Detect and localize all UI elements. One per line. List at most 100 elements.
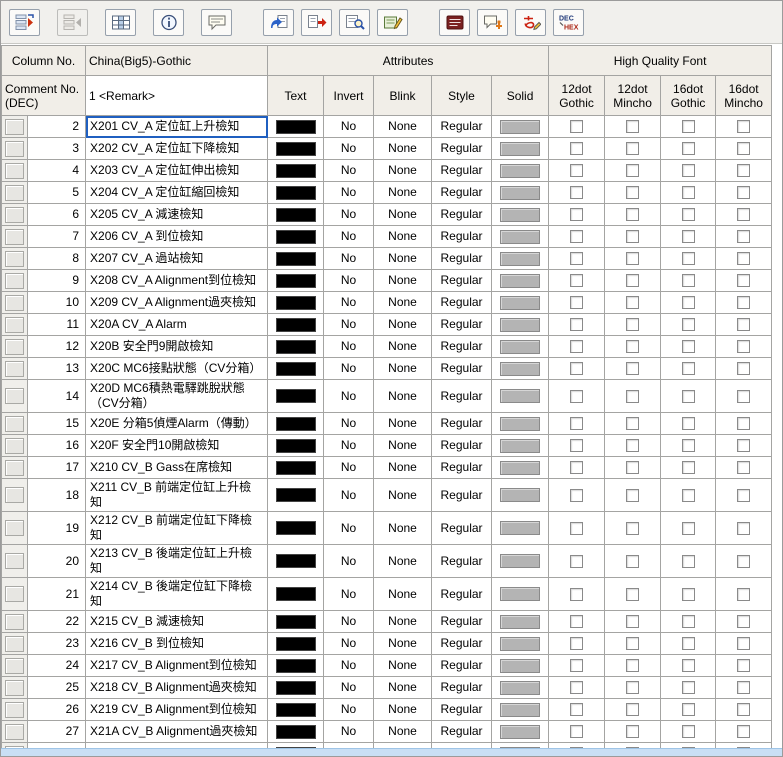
invert-cell[interactable]: No: [324, 160, 374, 182]
row-number[interactable]: 8: [28, 248, 86, 270]
invert-cell[interactable]: No: [324, 578, 374, 611]
invert-cell[interactable]: No: [324, 457, 374, 479]
solid-color-cell[interactable]: [492, 204, 549, 226]
checkbox-16dot-gothic[interactable]: [682, 522, 695, 535]
checkbox-12dot-mincho[interactable]: [626, 489, 639, 502]
checkbox-16dot-mincho[interactable]: [737, 659, 750, 672]
row-selector[interactable]: [2, 545, 28, 578]
checkbox-12dot-mincho[interactable]: [626, 340, 639, 353]
solid-color-cell[interactable]: [492, 226, 549, 248]
checkbox-12dot-mincho[interactable]: [626, 274, 639, 287]
invert-cell[interactable]: No: [324, 314, 374, 336]
checkbox-16dot-mincho[interactable]: [737, 555, 750, 568]
checkbox-12dot-mincho[interactable]: [626, 252, 639, 265]
text-color-cell[interactable]: [268, 655, 324, 677]
checkbox-12dot-gothic[interactable]: [570, 588, 583, 601]
text-color-cell[interactable]: [268, 633, 324, 655]
style-cell[interactable]: Regular: [432, 479, 492, 512]
blink-cell[interactable]: None: [374, 336, 432, 358]
blink-cell[interactable]: None: [374, 457, 432, 479]
solid-color-cell[interactable]: [492, 512, 549, 545]
checkbox-12dot-mincho[interactable]: [626, 588, 639, 601]
checkbox-12dot-mincho[interactable]: [626, 362, 639, 375]
checkbox-16dot-gothic[interactable]: [682, 703, 695, 716]
style-cell[interactable]: Regular: [432, 248, 492, 270]
checkbox-12dot-gothic[interactable]: [570, 252, 583, 265]
solid-color-cell[interactable]: [492, 413, 549, 435]
checkbox-12dot-gothic[interactable]: [570, 340, 583, 353]
invert-cell[interactable]: No: [324, 611, 374, 633]
comment-cell[interactable]: X219 CV_B Alignment到位檢知: [86, 699, 268, 721]
checkbox-16dot-mincho[interactable]: [737, 164, 750, 177]
text-color-cell[interactable]: [268, 435, 324, 457]
comment-cell[interactable]: X215 CV_B 減速檢知: [86, 611, 268, 633]
row-number[interactable]: 4: [28, 160, 86, 182]
row-selector[interactable]: [2, 699, 28, 721]
checkbox-12dot-gothic[interactable]: [570, 186, 583, 199]
row-number[interactable]: 11: [28, 314, 86, 336]
checkbox-16dot-gothic[interactable]: [682, 555, 695, 568]
row-number[interactable]: 26: [28, 699, 86, 721]
row-selector[interactable]: [2, 457, 28, 479]
row-number[interactable]: 13: [28, 358, 86, 380]
text-color-cell[interactable]: [268, 699, 324, 721]
checkbox-16dot-gothic[interactable]: [682, 417, 695, 430]
style-cell[interactable]: Regular: [432, 336, 492, 358]
comment-cell[interactable]: X213 CV_B 後端定位缸上升檢知: [86, 545, 268, 578]
row-number[interactable]: 10: [28, 292, 86, 314]
solid-color-cell[interactable]: [492, 182, 549, 204]
row-number[interactable]: 3: [28, 138, 86, 160]
comment-cell[interactable]: X20A CV_A Alarm: [86, 314, 268, 336]
checkbox-12dot-gothic[interactable]: [570, 461, 583, 474]
blink-cell[interactable]: None: [374, 611, 432, 633]
blink-cell[interactable]: None: [374, 699, 432, 721]
blink-cell[interactable]: None: [374, 545, 432, 578]
row-selector[interactable]: [2, 138, 28, 160]
row-selector[interactable]: [2, 479, 28, 512]
edit-list-button[interactable]: [377, 9, 408, 36]
solid-color-cell[interactable]: [492, 336, 549, 358]
checkbox-16dot-mincho[interactable]: [737, 703, 750, 716]
text-color-cell[interactable]: [268, 457, 324, 479]
register-button[interactable]: [339, 9, 370, 36]
insert-comment-button[interactable]: [9, 9, 40, 36]
text-color-cell[interactable]: [268, 479, 324, 512]
row-number[interactable]: 9: [28, 270, 86, 292]
invert-cell[interactable]: No: [324, 545, 374, 578]
checkbox-12dot-mincho[interactable]: [626, 230, 639, 243]
checkbox-12dot-mincho[interactable]: [626, 164, 639, 177]
invert-cell[interactable]: No: [324, 248, 374, 270]
row-selector[interactable]: [2, 314, 28, 336]
invert-cell[interactable]: No: [324, 413, 374, 435]
checkbox-16dot-mincho[interactable]: [737, 725, 750, 738]
checkbox-12dot-mincho[interactable]: [626, 186, 639, 199]
invert-cell[interactable]: No: [324, 226, 374, 248]
text-color-cell[interactable]: [268, 677, 324, 699]
checkbox-12dot-mincho[interactable]: [626, 120, 639, 133]
solid-color-cell[interactable]: [492, 358, 549, 380]
row-number[interactable]: 25: [28, 677, 86, 699]
style-cell[interactable]: Regular: [432, 611, 492, 633]
checkbox-12dot-mincho[interactable]: [626, 615, 639, 628]
checkbox-16dot-gothic[interactable]: [682, 252, 695, 265]
checkbox-12dot-gothic[interactable]: [570, 725, 583, 738]
row-selector[interactable]: [2, 358, 28, 380]
checkbox-12dot-gothic[interactable]: [570, 637, 583, 650]
row-number[interactable]: 20: [28, 545, 86, 578]
style-cell[interactable]: Regular: [432, 699, 492, 721]
style-cell[interactable]: Regular: [432, 226, 492, 248]
style-cell[interactable]: Regular: [432, 457, 492, 479]
comment-cell[interactable]: X20B 安全門9開啟檢知: [86, 336, 268, 358]
row-number[interactable]: 22: [28, 611, 86, 633]
row-selector[interactable]: [2, 226, 28, 248]
text-color-cell[interactable]: [268, 611, 324, 633]
solid-color-cell[interactable]: [492, 248, 549, 270]
checkbox-16dot-gothic[interactable]: [682, 318, 695, 331]
comment-cell[interactable]: X214 CV_B 後端定位缸下降檢知: [86, 578, 268, 611]
import-button[interactable]: [263, 9, 294, 36]
row-selector[interactable]: [2, 248, 28, 270]
checkbox-12dot-gothic[interactable]: [570, 208, 583, 221]
checkbox-16dot-gothic[interactable]: [682, 208, 695, 221]
style-cell[interactable]: Regular: [432, 380, 492, 413]
checkbox-16dot-mincho[interactable]: [737, 362, 750, 375]
